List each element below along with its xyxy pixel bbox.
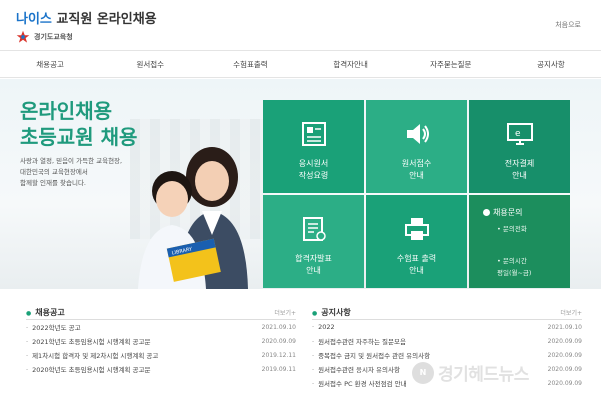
list-item-date: 2020.09.09 bbox=[547, 365, 582, 373]
tile-ticket-print[interactable]: 수험표 출력 안내 bbox=[366, 195, 467, 288]
logo-neis-text: 나이스 bbox=[16, 12, 52, 27]
nav-item-pass-info[interactable]: 합격자안내 bbox=[301, 51, 401, 77]
nav-item-faq[interactable]: 자주묻는질문 bbox=[401, 51, 501, 77]
site-logo[interactable]: 나이스 교직원 온라인채용 경기도교육청 bbox=[16, 8, 157, 44]
hero-title: 온라인채용 bbox=[20, 99, 112, 123]
contact-title: 채용문의 bbox=[482, 208, 523, 217]
list-item-date: 2019.09.11 bbox=[261, 365, 296, 373]
main-nav: 채용공고 원서접수 수험표출력 합격자안내 자주묻는질문 공지사항 bbox=[0, 50, 601, 78]
list-item-date: 2021.09.10 bbox=[547, 323, 582, 331]
notice-board-icon bbox=[302, 217, 326, 241]
watermark-logo-icon: N bbox=[412, 361, 434, 384]
list-item-title: 원서접수관련 응시자 유의사항 bbox=[312, 364, 400, 374]
quick-menu-tiles: 응시원서 작성요령 원서접수 안내 e 전자결제 안내 합격자발표 안내 수험표… bbox=[263, 100, 570, 289]
list-item-title: 2022 bbox=[312, 323, 335, 331]
application-form-icon bbox=[301, 122, 326, 146]
hero-desc-line: 함께할 인재를 찾습니다. bbox=[20, 179, 86, 187]
tile-label: 응시원서 작성요령 bbox=[298, 159, 329, 180]
contact-phone-label: • 문의전화 bbox=[497, 225, 527, 233]
list-item-date: 2020.09.09 bbox=[547, 379, 582, 387]
logo-title: 나이스 교직원 온라인채용 bbox=[16, 8, 157, 27]
list-item[interactable]: 2020학년도 초등임용시험 시행계획 공고문 2019.09.11 bbox=[26, 362, 296, 376]
hero-desc-line: 대한민국의 교육현장에서 bbox=[20, 168, 88, 176]
contact-hours-label: • 문의시간 bbox=[497, 257, 527, 265]
list-item-title: 2020학년도 초등임용시험 시행계획 공고문 bbox=[26, 364, 150, 374]
star-emblem-icon bbox=[16, 30, 30, 43]
contact-info-panel: 채용문의 • 문의전화 • 문의시간 평일(월~금) bbox=[469, 195, 570, 288]
nav-item-recruit[interactable]: 채용공고 bbox=[0, 51, 100, 77]
board-title: 채용공고 bbox=[26, 307, 64, 318]
list-item-title: 원서접수 PC 환경 사전점검 안내 bbox=[312, 378, 406, 388]
speaker-icon bbox=[406, 124, 429, 144]
tile-label: 전자결제 안내 bbox=[504, 159, 535, 180]
list-item-title: 제1차시험 합격자 및 제2차시험 시행계획 공고 bbox=[26, 350, 158, 360]
list-item-date: 2020.09.09 bbox=[547, 351, 582, 359]
hero-banner: 온라인채용 초등교원 채용 사랑과 열정, 믿음이 가득한 교육현장, 대한민국… bbox=[0, 79, 601, 289]
logo-sub: 경기도교육청 bbox=[16, 30, 157, 44]
list-item-date: 2019.12.11 bbox=[261, 351, 296, 359]
list-item[interactable]: 2022학년도 공고 2021.09.10 bbox=[26, 320, 296, 334]
nav-item-ticket-print[interactable]: 수험표출력 bbox=[200, 51, 300, 77]
e-payment-monitor-icon: e bbox=[506, 123, 533, 145]
more-link[interactable]: 더보기+ bbox=[560, 308, 582, 317]
header: 나이스 교직원 온라인채용 경기도교육청 처음으로 bbox=[0, 0, 601, 50]
list-item-date: 2020.09.09 bbox=[547, 337, 582, 345]
tile-label: 원서접수 안내 bbox=[401, 159, 432, 180]
list-item-title: 2021학년도 초등임용시험 시행계획 공고문 bbox=[26, 336, 150, 346]
home-link[interactable]: 처음으로 bbox=[555, 20, 581, 30]
board-header: 채용공고 더보기+ bbox=[26, 306, 296, 320]
list-item-date: 2020.09.09 bbox=[261, 337, 296, 345]
list-item[interactable]: 2021학년도 초등임용시험 시행계획 공고문 2020.09.09 bbox=[26, 334, 296, 348]
logo-title-text: 교직원 온라인채용 bbox=[56, 12, 157, 27]
tile-pass-announcement[interactable]: 합격자발표 안내 bbox=[263, 195, 364, 288]
list-item-title: 중복접수 금지 및 원서접수 관련 유의사항 bbox=[312, 350, 430, 360]
recruit-board: 채용공고 더보기+ 2022학년도 공고 2021.09.10 2021학년도 초… bbox=[26, 306, 296, 376]
list-item[interactable]: 원서접수관련 자주하는 질문모음 2020.09.09 bbox=[312, 334, 582, 348]
hero-description: 사랑과 열정, 믿음이 가득한 교육현장, 대한민국의 교육현장에서 함께할 인… bbox=[20, 156, 122, 189]
more-link[interactable]: 더보기+ bbox=[274, 308, 296, 317]
nav-item-notice[interactable]: 공지사항 bbox=[501, 51, 601, 77]
tile-label: 수험표 출력 안내 bbox=[396, 254, 437, 275]
watermark-text: 경기헤드뉴스 bbox=[438, 365, 529, 385]
board-title: 공지사항 bbox=[312, 307, 350, 318]
hero-desc-line: 사랑과 열정, 믿음이 가득한 교육현장, bbox=[20, 157, 123, 165]
tile-application-guide[interactable]: 응시원서 작성요령 bbox=[263, 100, 364, 193]
list-item[interactable]: 제1차시험 합격자 및 제2차시험 시행계획 공고 2019.12.11 bbox=[26, 348, 296, 362]
svg-text:e: e bbox=[515, 129, 521, 139]
tile-e-payment[interactable]: e 전자결제 안내 bbox=[469, 100, 570, 193]
printer-icon bbox=[404, 218, 429, 240]
board-header: 공지사항 더보기+ bbox=[312, 306, 582, 320]
nav-item-application[interactable]: 원서접수 bbox=[100, 51, 200, 77]
news-watermark: N 경기헤드뉴스 bbox=[412, 360, 529, 385]
list-item-title: 원서접수관련 자주하는 질문모음 bbox=[312, 336, 406, 346]
contact-hours-value: 평일(월~금) bbox=[497, 269, 532, 277]
list-item-title: 2022학년도 공고 bbox=[26, 322, 81, 332]
teacher-student-illustration: LIBRARY bbox=[138, 147, 248, 289]
tile-label: 합격자발표 안내 bbox=[295, 254, 332, 275]
tile-application-info[interactable]: 원서접수 안내 bbox=[366, 100, 467, 193]
logo-office-name: 경기도교육청 bbox=[34, 33, 73, 41]
list-item-date: 2021.09.10 bbox=[261, 323, 296, 331]
list-item[interactable]: 2022 2021.09.10 bbox=[312, 320, 582, 334]
